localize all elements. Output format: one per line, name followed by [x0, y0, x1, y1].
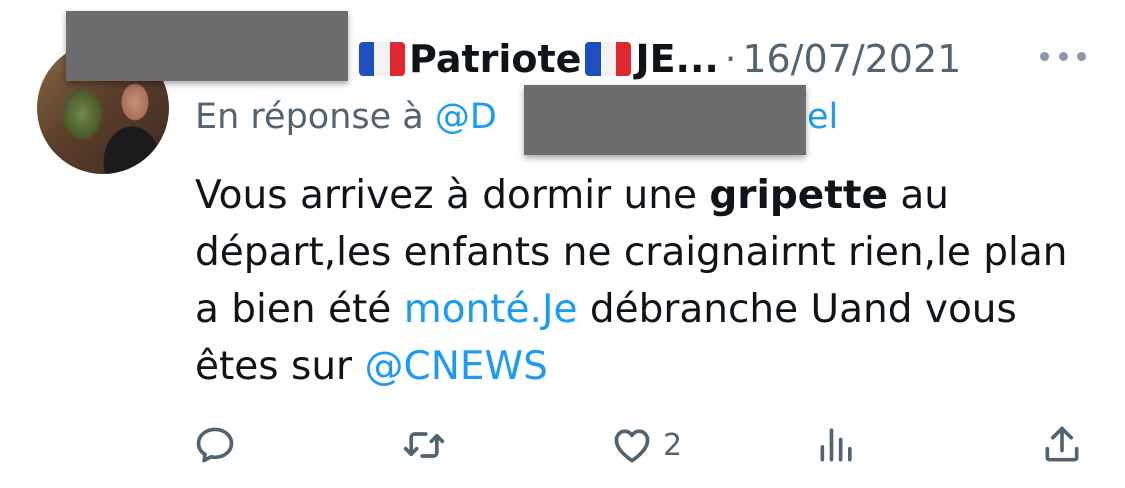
share-button[interactable] — [1040, 415, 1084, 475]
like-icon — [614, 429, 650, 463]
redaction-box — [524, 85, 806, 155]
tweet-text-part: Vous arrivez à dormir une — [195, 173, 710, 218]
display-name-suffix[interactable]: JE... — [635, 37, 718, 81]
reply-handle-end[interactable]: el — [807, 97, 838, 137]
share-icon — [1045, 426, 1079, 462]
mention-link[interactable]: @CNEWS — [364, 344, 547, 389]
french-flag-icon — [359, 42, 405, 76]
redaction-box — [66, 11, 348, 81]
like-count: 2 — [663, 427, 683, 463]
views-icon — [820, 428, 852, 462]
reply-context: En réponse à @D — [195, 97, 497, 137]
french-flag-icon — [585, 42, 632, 76]
tweet-date[interactable]: 16/07/2021 — [742, 37, 961, 81]
tweet-header: Patriote JE... · 16/07/2021 — [355, 36, 961, 82]
reply-button[interactable] — [193, 415, 237, 475]
tweet-text: Vous arrivez à dormir une gripette au dé… — [195, 167, 1095, 395]
tweet-text-bold: gripette — [709, 173, 888, 218]
tweet-link[interactable]: monté.Je — [404, 287, 578, 332]
like-button[interactable]: 2 — [609, 415, 682, 475]
reply-handle[interactable]: @D — [435, 97, 497, 137]
action-bar: 2 — [0, 415, 1125, 475]
display-name[interactable]: Patriote — [409, 37, 581, 81]
retweet-button[interactable] — [400, 415, 448, 475]
views-button[interactable] — [815, 415, 859, 475]
retweet-icon — [403, 432, 445, 458]
reply-prefix: En réponse à — [195, 97, 424, 137]
more-options-icon[interactable] — [1040, 44, 1086, 68]
reply-icon — [196, 427, 234, 463]
separator-dot: · — [724, 38, 737, 80]
